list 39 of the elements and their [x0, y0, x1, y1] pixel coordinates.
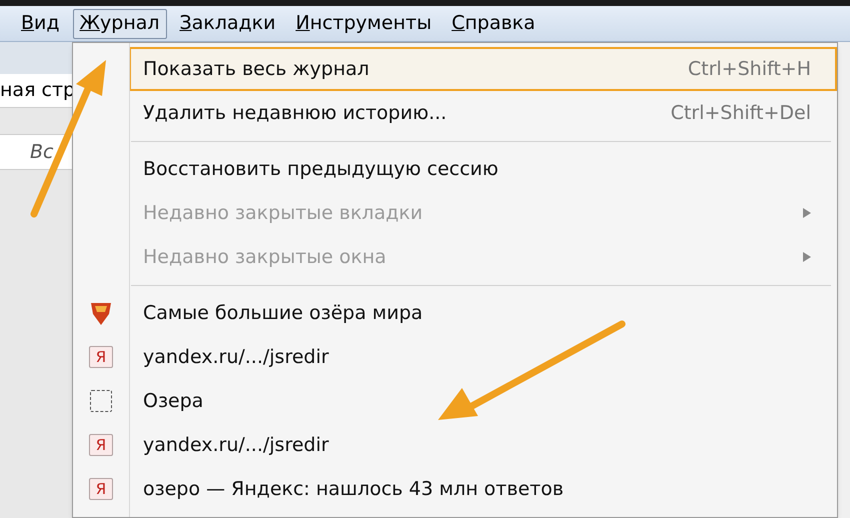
- shield-favicon-icon: [89, 300, 113, 326]
- toolbar-text: Вс: [30, 140, 54, 165]
- menu-item-label: Удалить недавнюю историю...: [143, 100, 448, 126]
- menu-item[interactable]: Показать весь журнал Ctrl+Shift+H: [129, 47, 837, 91]
- history-item-label: yandex.ru/.../jsredir: [143, 432, 329, 458]
- yandex-favicon-icon: Я: [89, 478, 113, 500]
- yandex-favicon-icon: Я: [89, 346, 113, 368]
- menu-bar-item[interactable]: Вид: [14, 8, 67, 38]
- shortcut-label: Ctrl+Shift+Del: [670, 100, 811, 126]
- menu-bar-label: Инструменты: [296, 11, 432, 36]
- submenu-arrow-icon: [803, 252, 811, 262]
- menu-bar-label: Закладки: [180, 11, 276, 36]
- blank-page-icon: [90, 390, 112, 412]
- menu-bar-item[interactable]: Закладки: [172, 8, 283, 38]
- menu-bar-label: Справка: [452, 11, 536, 36]
- menu-item-label: Восстановить предыдущую сессию: [143, 156, 500, 182]
- menu-item[interactable]: Удалить недавнюю историю... Ctrl+Shift+Del: [129, 91, 837, 135]
- history-item-label: yandex.ru/.../jsredir: [143, 344, 329, 370]
- tab-strip: [0, 42, 72, 74]
- menu-bar-item[interactable]: Инструменты: [288, 8, 439, 38]
- history-item[interactable]: Я yandex.ru/.../jsredir: [73, 335, 837, 379]
- menu-bar-item[interactable]: Журнал: [72, 8, 167, 38]
- menu-item-label: Показать весь журнал: [143, 56, 370, 82]
- submenu-arrow-icon: [803, 208, 811, 218]
- menu-bar-item[interactable]: Справка: [444, 8, 542, 38]
- menu-item[interactable]: Восстановить предыдущую сессию: [129, 147, 837, 191]
- menu-bar-label: Журнал: [80, 11, 160, 36]
- history-item-label: Озера: [143, 388, 204, 414]
- menu-item-label: Недавно закрытые вкладки: [143, 200, 424, 226]
- history-item-label: Самые большие озёра мира: [143, 300, 423, 326]
- history-item[interactable]: Я озеро — Яндекс: нашлось 43 млн ответов: [73, 467, 837, 511]
- history-item[interactable]: Озера: [73, 379, 837, 423]
- yandex-favicon-icon: Я: [89, 434, 113, 456]
- shortcut-label: Ctrl+Shift+H: [688, 56, 811, 82]
- history-item[interactable]: Я yandex.ru/.../jsredir: [73, 423, 837, 467]
- menu-bar-label: Вид: [21, 11, 60, 36]
- history-item[interactable]: Самые большие озёра мира: [73, 291, 837, 335]
- menu-item-label: Недавно закрытые окна: [143, 244, 388, 270]
- history-item-label: озеро — Яндекс: нашлось 43 млн ответов: [143, 476, 564, 502]
